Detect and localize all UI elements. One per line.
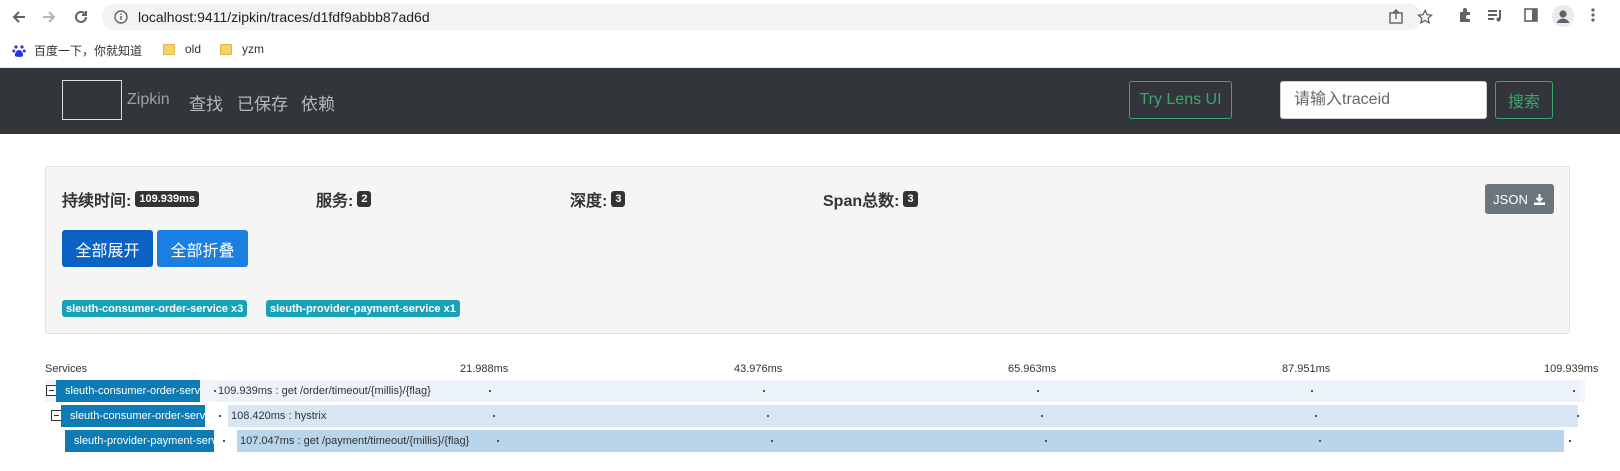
json-download-button[interactable]: JSON (1485, 184, 1554, 214)
timeline-tick-5: 109.939ms (1544, 363, 1599, 375)
zipkin-navbar: Zipkin 查找 已保存 依赖 Try Lens UI 搜索 (0, 68, 1620, 134)
timeline-marker (763, 390, 765, 392)
timeline-marker (1311, 390, 1313, 392)
extensions-icon[interactable] (1457, 7, 1473, 28)
services-label: 服务: (316, 193, 354, 210)
duration-stat: 持续时间: 109.939ms (62, 187, 200, 211)
span-description: 107.047ms : get /payment/timeout/{millis… (240, 435, 470, 447)
timeline-marker (1577, 415, 1579, 417)
menu-dots-icon[interactable] (1590, 7, 1596, 28)
nav-link-find[interactable]: 查找 (189, 90, 223, 115)
timeline-marker (223, 440, 225, 442)
baidu-paw-icon (12, 44, 26, 58)
folder-icon (220, 43, 232, 55)
timeline-marker (1037, 390, 1039, 392)
span-service-name: sleuth-consumer-order-service (61, 405, 205, 427)
timeline-marker (1319, 440, 1321, 442)
profile-avatar-icon[interactable] (1552, 5, 1574, 32)
services-column-header: Services (45, 363, 88, 375)
span-description: 109.939ms : get /order/timeout/{millis}/… (218, 385, 431, 397)
media-control-icon[interactable] (1487, 7, 1503, 28)
side-panel-icon[interactable] (1523, 7, 1539, 28)
site-info-icon[interactable] (114, 10, 128, 29)
span-row[interactable]: sleuth-consumer-order-service 109.939ms … (45, 380, 1585, 402)
depth-stat: 深度: 3 (570, 187, 626, 211)
back-icon[interactable] (8, 6, 30, 28)
timeline-tick-3: 65.963ms (1008, 363, 1057, 375)
services-stat: 服务: 2 (316, 187, 372, 211)
collapse-all-button[interactable]: 全部折叠 (157, 230, 248, 267)
timeline-marker (1041, 415, 1043, 417)
timeline-marker (1573, 390, 1575, 392)
bookmark-old[interactable]: old (163, 42, 201, 56)
timeline-marker (771, 440, 773, 442)
timeline-marker (1569, 440, 1571, 442)
expand-all-button[interactable]: 全部展开 (62, 230, 153, 267)
timeline-marker (219, 415, 221, 417)
traceid-input[interactable] (1280, 81, 1487, 119)
span-count-badge: 3 (903, 191, 918, 207)
timeline-tick-4: 87.951ms (1282, 363, 1331, 375)
address-bar[interactable]: localhost:9411/zipkin/traces/d1fdf9abbb8… (102, 4, 1433, 30)
span-count-label: Span总数: (823, 193, 900, 210)
span-description: 108.420ms : hystrix (231, 410, 327, 422)
timeline-marker (497, 440, 499, 442)
url-text: localhost:9411/zipkin/traces/d1fdf9abbb8… (138, 9, 430, 25)
browser-toolbar: localhost:9411/zipkin/traces/d1fdf9abbb8… (0, 0, 1620, 34)
nav-link-dependencies[interactable]: 依赖 (301, 90, 335, 115)
forward-icon[interactable] (38, 6, 60, 28)
reload-icon[interactable] (70, 6, 92, 28)
json-button-label: JSON (1493, 191, 1528, 207)
bookmark-star-icon[interactable] (1417, 8, 1433, 30)
bookmark-baidu[interactable]: 百度一下，你就知道 (12, 42, 142, 59)
timeline-tick-1: 21.988ms (460, 363, 509, 375)
try-lens-ui-button[interactable]: Try Lens UI (1129, 81, 1232, 119)
bookmark-yzm[interactable]: yzm (220, 42, 264, 56)
span-count-stat: Span总数: 3 (823, 187, 918, 211)
timeline-marker (1045, 440, 1047, 442)
depth-label: 深度: (570, 193, 608, 210)
timeline-marker (493, 415, 495, 417)
duration-label: 持续时间: (62, 193, 132, 210)
zipkin-logo-image[interactable] (62, 80, 122, 120)
brand-name[interactable]: Zipkin (127, 91, 170, 109)
trace-summary-panel: 持续时间: 109.939ms 服务: 2 深度: 3 Span总数: 3 JS… (45, 166, 1570, 334)
service-tag-provider[interactable]: sleuth-provider-payment-service x1 (266, 300, 460, 317)
search-button[interactable]: 搜索 (1495, 81, 1553, 119)
nav-link-saved[interactable]: 已保存 (237, 90, 288, 115)
bookmarks-bar: 百度一下，你就知道 old yzm (0, 34, 1620, 68)
span-row[interactable]: sleuth-provider-payment-service 107.047m… (45, 430, 1585, 452)
depth-badge: 3 (611, 191, 626, 207)
service-tag-consumer[interactable]: sleuth-consumer-order-service x3 (62, 300, 248, 317)
timeline-marker (489, 390, 491, 392)
span-row[interactable]: sleuth-consumer-order-service 108.420ms … (45, 405, 1585, 427)
share-icon[interactable] (1388, 9, 1404, 30)
services-badge: 2 (357, 191, 372, 207)
timeline-marker (214, 390, 216, 392)
timeline-marker (767, 415, 769, 417)
span-duration-bar (228, 405, 1578, 427)
timeline-tick-2: 43.976ms (734, 363, 783, 375)
download-icon (1533, 193, 1546, 206)
duration-badge: 109.939ms (135, 191, 200, 207)
span-service-name: sleuth-provider-payment-service (65, 430, 214, 452)
folder-icon (163, 43, 175, 55)
timeline-marker (1315, 415, 1317, 417)
span-service-name: sleuth-consumer-order-service (56, 380, 200, 402)
